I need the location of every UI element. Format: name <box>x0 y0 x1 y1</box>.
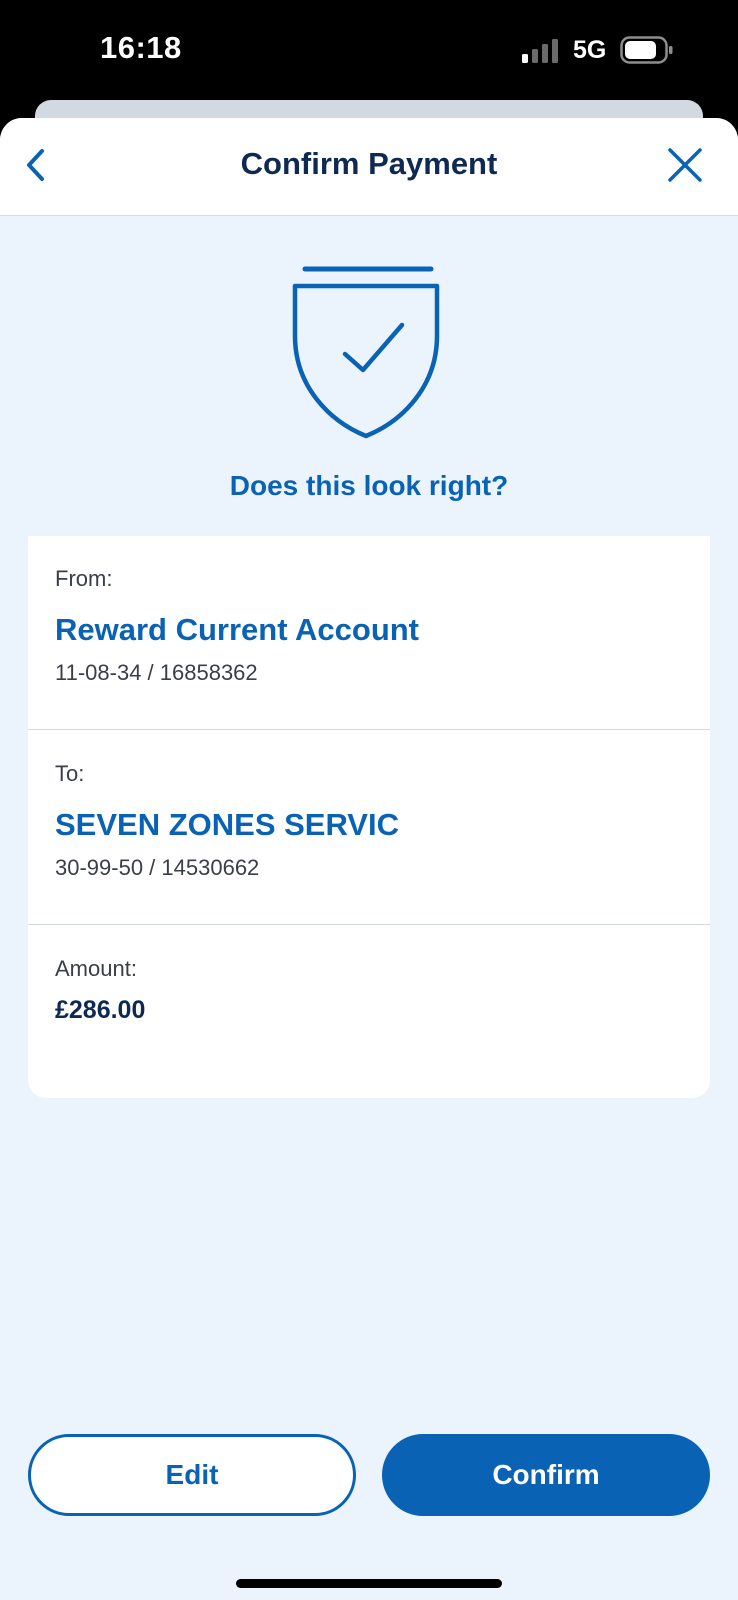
confirm-payment-sheet: Confirm Payment Does this look right? Fr… <box>0 118 738 1600</box>
close-button[interactable] <box>660 140 710 190</box>
status-time: 16:18 <box>100 30 182 65</box>
status-bar: 16:18 5G <box>0 0 738 110</box>
amount-row: Amount: £286.00 <box>28 926 710 1098</box>
from-account-name: Reward Current Account <box>55 612 420 647</box>
amount-value: £286.00 <box>55 996 146 1024</box>
close-icon <box>668 148 702 182</box>
confirm-button[interactable]: Confirm <box>382 1434 710 1516</box>
from-account-row: From: Reward Current Account 11-08-34 / … <box>28 536 710 730</box>
battery-icon <box>620 36 673 64</box>
to-label: To: <box>55 761 85 786</box>
payment-details-card: From: Reward Current Account 11-08-34 / … <box>28 536 710 1098</box>
payee-name: SEVEN ZONES SERVIC <box>55 807 399 842</box>
shield-check-icon <box>292 266 440 439</box>
payee-account-number: 30-99-50 / 14530662 <box>55 855 260 880</box>
from-account-number: 11-08-34 / 16858362 <box>55 660 258 685</box>
signal-icon <box>522 39 558 63</box>
network-label: 5G <box>573 36 607 64</box>
page-title: Confirm Payment <box>240 146 498 181</box>
confirmation-question: Does this look right? <box>229 470 509 501</box>
to-account-row: To: SEVEN ZONES SERVIC 30-99-50 / 145306… <box>28 731 710 925</box>
amount-label: Amount: <box>55 956 137 981</box>
from-label: From: <box>55 566 113 591</box>
nav-bar: Confirm Payment <box>0 118 738 216</box>
home-indicator <box>236 1579 502 1588</box>
edit-button[interactable]: Edit <box>28 1434 356 1516</box>
